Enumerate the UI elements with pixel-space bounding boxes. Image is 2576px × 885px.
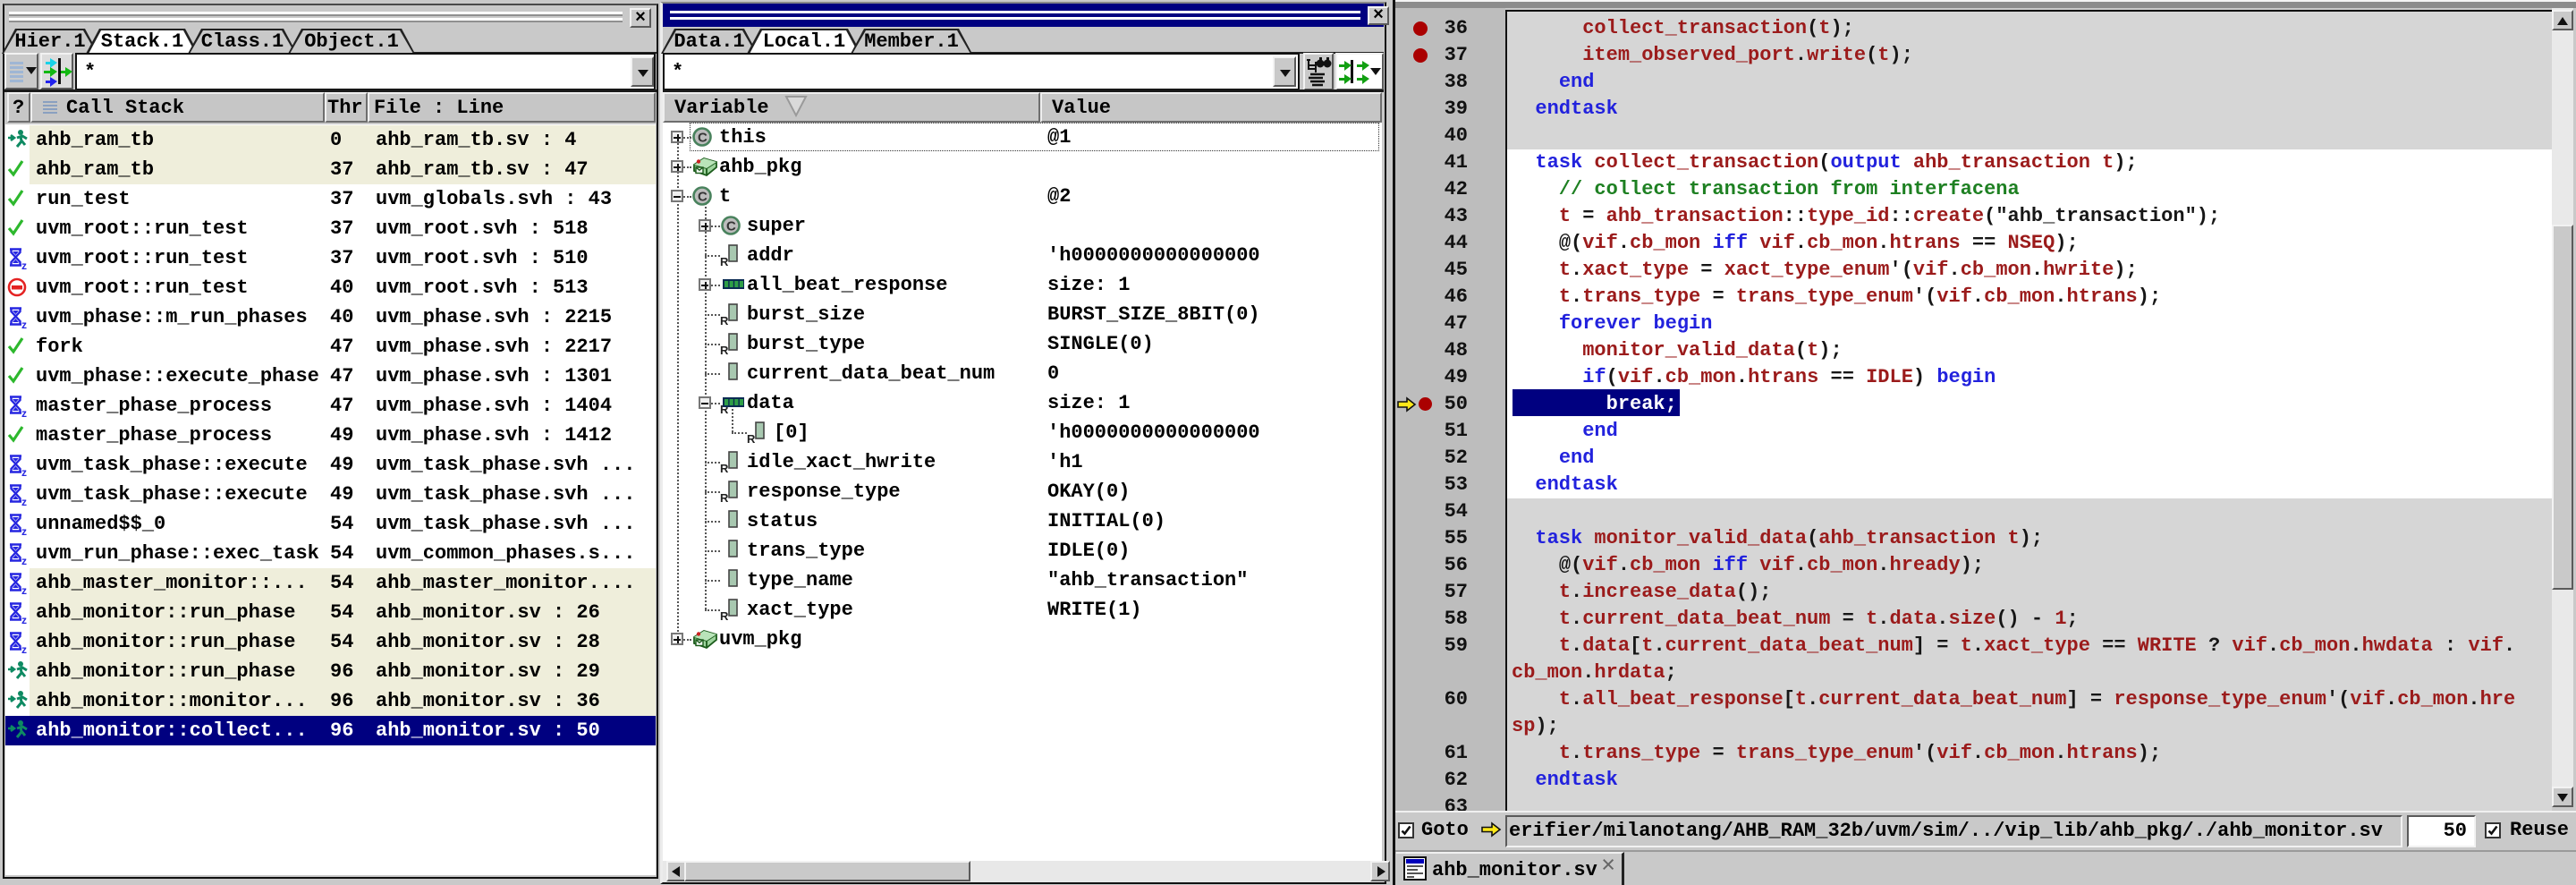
svg-text:R: R bbox=[720, 462, 729, 474]
svg-text:C: C bbox=[698, 131, 708, 146]
svg-text:C: C bbox=[726, 219, 736, 234]
svg-text:z: z bbox=[21, 643, 27, 654]
svg-text:R: R bbox=[720, 314, 729, 327]
svg-text:z: z bbox=[21, 525, 27, 536]
svg-text:R: R bbox=[720, 609, 729, 622]
svg-text:z: z bbox=[21, 584, 27, 595]
svg-text:R: R bbox=[747, 432, 756, 445]
svg-text:z: z bbox=[21, 555, 27, 566]
svg-text:R: R bbox=[720, 255, 729, 268]
svg-text:z: z bbox=[21, 466, 27, 477]
svg-text:z: z bbox=[21, 614, 27, 625]
svg-text:z: z bbox=[21, 496, 27, 506]
svg-text:R: R bbox=[720, 344, 729, 356]
svg-text:z: z bbox=[21, 260, 27, 270]
svg-text:R: R bbox=[720, 491, 729, 504]
svg-text:z: z bbox=[21, 407, 27, 418]
svg-text:z: z bbox=[21, 319, 27, 329]
svg-text:C: C bbox=[698, 190, 708, 205]
